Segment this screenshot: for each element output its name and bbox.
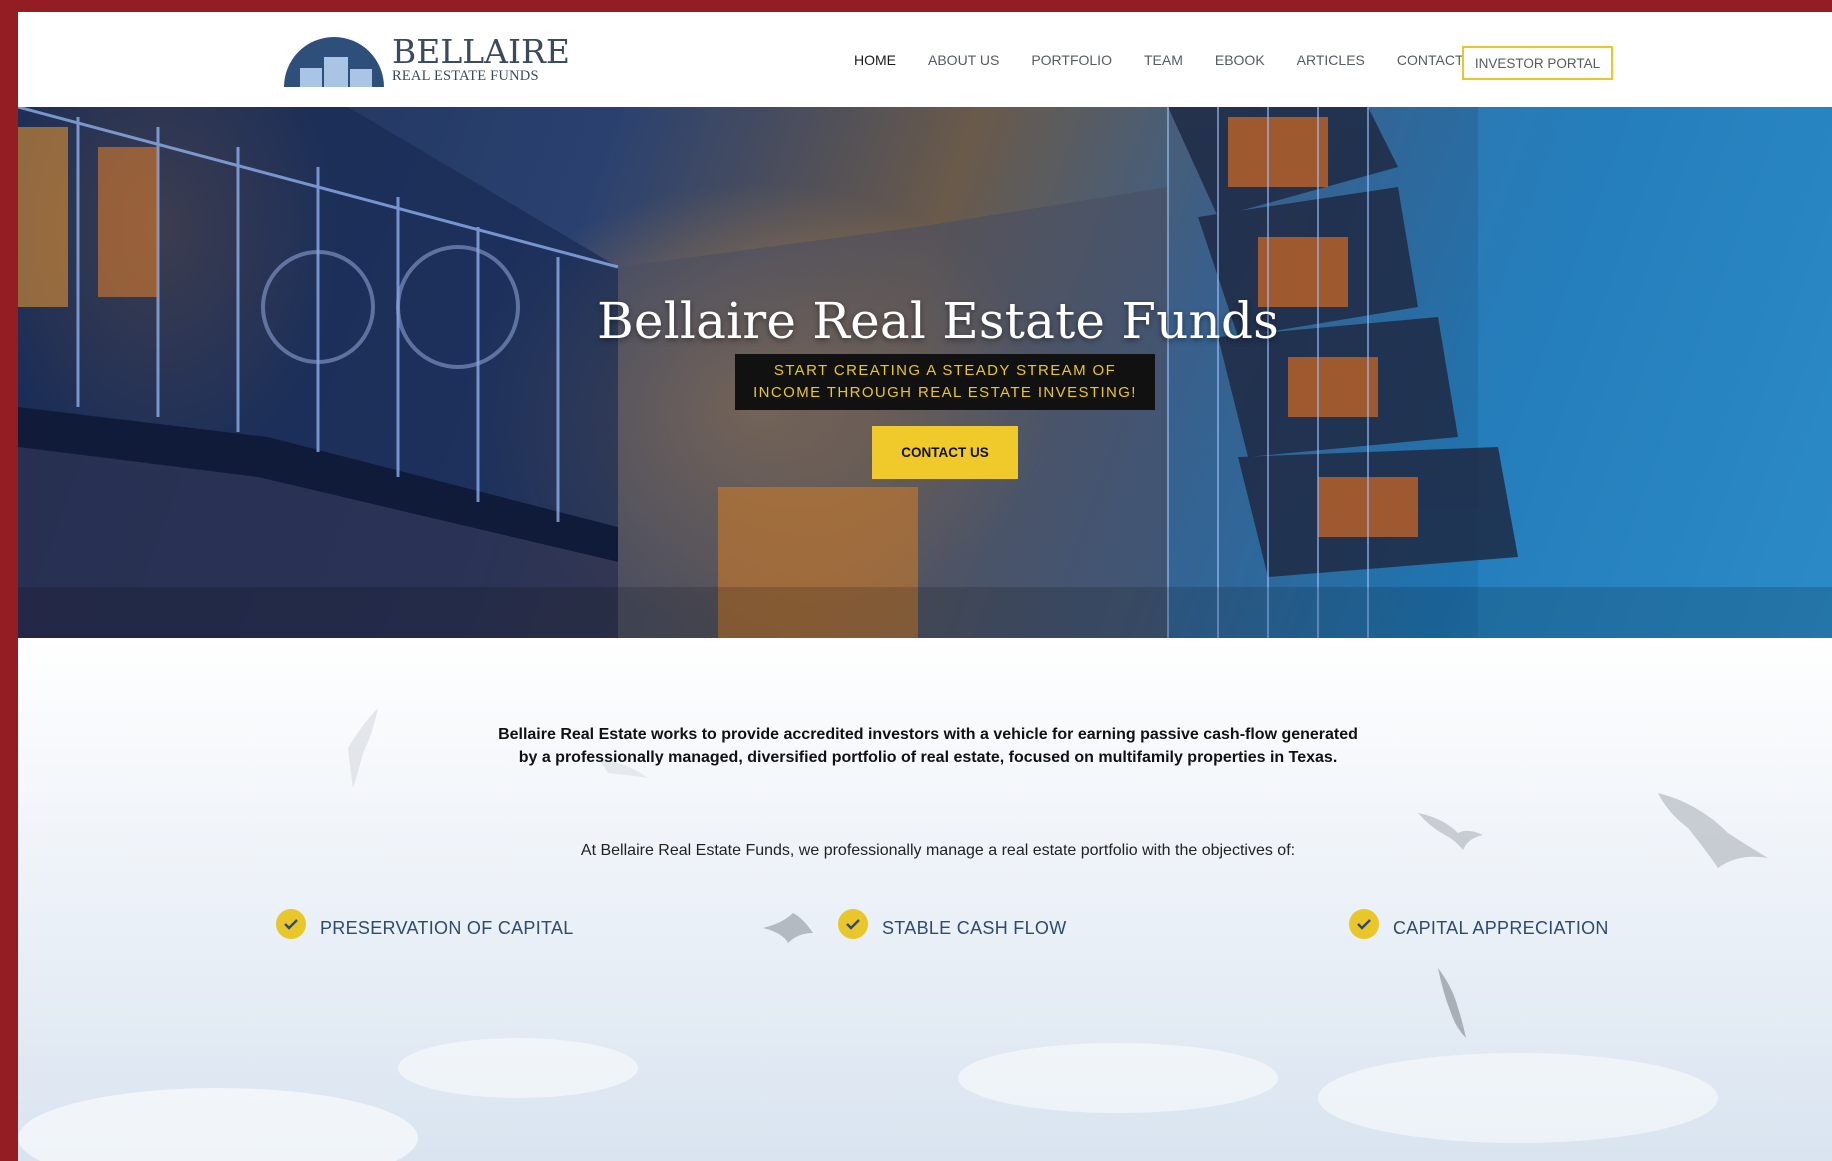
- objectives-intro-text: At Bellaire Real Estate Funds, we profes…: [580, 842, 1296, 859]
- nav-contact[interactable]: CONTACT: [1397, 52, 1464, 68]
- objective-stable-cash-flow: STABLE CASH FLOW: [838, 909, 1067, 943]
- nav-team[interactable]: TEAM: [1144, 52, 1183, 68]
- logo-house-icon: [284, 37, 384, 87]
- nav-home[interactable]: HOME: [854, 52, 896, 68]
- objective-capital-appreciation: CAPITAL APPRECIATION: [1349, 909, 1609, 943]
- hero-subtitle: START CREATING A STEADY STREAM OF INCOME…: [735, 354, 1155, 410]
- objective-preservation-of-capital: PRESERVATION OF CAPITAL: [276, 909, 574, 943]
- objective-label: CAPITAL APPRECIATION: [1393, 917, 1609, 938]
- nav-ebook[interactable]: EBOOK: [1215, 52, 1265, 68]
- nav-articles[interactable]: ARTICLES: [1297, 52, 1365, 68]
- hero-title: Bellaire Real Estate Funds: [596, 292, 1280, 350]
- nav-about-us[interactable]: ABOUT US: [928, 52, 999, 68]
- sky-birds-background: [18, 708, 1768, 1161]
- logo-subtitle: REAL ESTATE FUNDS: [392, 68, 539, 84]
- logo[interactable]: BELLAIRE REAL ESTATE FUNDS: [282, 29, 570, 89]
- intro-paragraph: Bellaire Real Estate works to provide ac…: [498, 726, 1358, 766]
- check-icon: [1349, 909, 1379, 939]
- objectives-section: Bellaire Real Estate works to provide ac…: [18, 638, 1832, 1161]
- objective-label: PRESERVATION OF CAPITAL: [320, 917, 574, 938]
- logo-title: BELLAIRE: [392, 32, 570, 71]
- bird-icon: [763, 913, 813, 943]
- hero-banner: Bellaire Real Estate Funds START CREATIN…: [18, 107, 1832, 638]
- bird-icon: [1438, 968, 1466, 1038]
- browser-frame: BELLAIRE REAL ESTATE FUNDS HOME ABOUT US…: [18, 12, 1832, 1161]
- nav-portfolio[interactable]: PORTFOLIO: [1031, 52, 1112, 68]
- site-header: BELLAIRE REAL ESTATE FUNDS HOME ABOUT US…: [18, 12, 1832, 107]
- bird-icon: [348, 708, 378, 788]
- check-icon: [276, 909, 306, 939]
- investor-portal-button[interactable]: INVESTOR PORTAL: [1462, 46, 1613, 80]
- contact-us-button[interactable]: CONTACT US: [872, 426, 1018, 479]
- check-icon: [838, 909, 868, 939]
- objective-label: STABLE CASH FLOW: [882, 917, 1067, 938]
- main-nav: HOME ABOUT US PORTFOLIO TEAM EBOOK ARTIC…: [854, 12, 1496, 107]
